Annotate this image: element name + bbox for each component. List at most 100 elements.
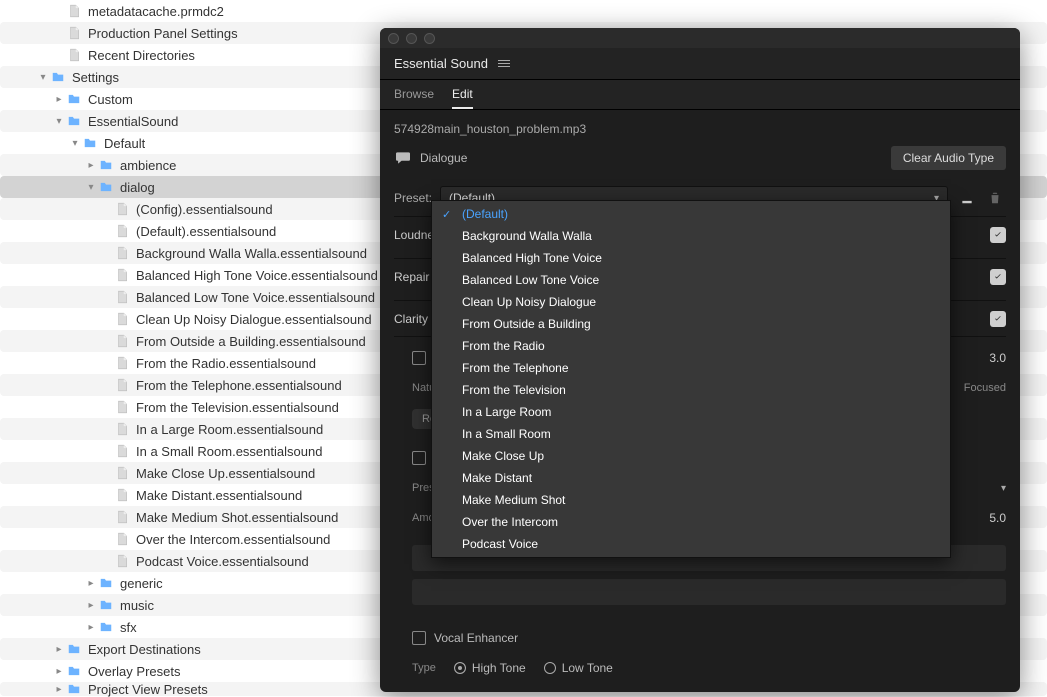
- panel-header: Essential Sound: [380, 48, 1020, 80]
- preset-option[interactable]: Balanced Low Tone Voice: [432, 269, 950, 291]
- preset-option-label: From Outside a Building: [462, 317, 591, 331]
- repair-checkbox[interactable]: [990, 269, 1006, 285]
- preset-option[interactable]: Make Close Up: [432, 445, 950, 467]
- preset-option[interactable]: Podcast Voice: [432, 533, 950, 555]
- preset-option[interactable]: In a Large Room: [432, 401, 950, 423]
- folder-icon: [66, 113, 82, 129]
- tree-item-label: Clean Up Noisy Dialogue.essentialsound: [136, 312, 372, 327]
- file-icon: [114, 465, 130, 481]
- folder-icon: [98, 157, 114, 173]
- tree-file[interactable]: metadatacache.prmdc2: [0, 0, 1047, 22]
- loudness-checkbox[interactable]: [990, 227, 1006, 243]
- tree-item-label: (Default).essentialsound: [136, 224, 276, 239]
- preset-option[interactable]: From the Telephone: [432, 357, 950, 379]
- clear-audio-type-button[interactable]: Clear Audio Type: [891, 146, 1006, 170]
- preset-option[interactable]: In a Small Room: [432, 423, 950, 445]
- eq-amount-value[interactable]: 5.0: [989, 511, 1006, 525]
- tab-browse[interactable]: Browse: [394, 87, 434, 109]
- disclosure-arrow-icon[interactable]: ▸: [52, 684, 66, 695]
- disclosure-arrow-icon[interactable]: ▾: [52, 116, 66, 127]
- preset-option-label: Podcast Voice: [462, 537, 538, 551]
- clarity-checkbox[interactable]: [990, 311, 1006, 327]
- chevron-down-icon[interactable]: ▾: [1001, 483, 1006, 494]
- preset-option[interactable]: From the Television: [432, 379, 950, 401]
- file-icon: [114, 355, 130, 371]
- window-min-dot[interactable]: [406, 33, 417, 44]
- preset-option[interactable]: Over the Intercom: [432, 511, 950, 533]
- vocal-type-label: Type: [412, 662, 436, 674]
- disclosure-arrow-icon[interactable]: ▸: [84, 160, 98, 171]
- preset-option[interactable]: From the Radio: [432, 335, 950, 357]
- disclosure-arrow-icon[interactable]: ▾: [84, 182, 98, 193]
- file-icon: [114, 509, 130, 525]
- preset-option[interactable]: Clean Up Noisy Dialogue: [432, 291, 950, 313]
- file-icon: [114, 487, 130, 503]
- preset-option-label: Balanced Low Tone Voice: [462, 273, 599, 287]
- dynamics-checkbox[interactable]: [412, 351, 426, 365]
- preset-option-label: Make Close Up: [462, 449, 544, 463]
- dynamics-value[interactable]: 3.0: [989, 351, 1006, 365]
- tree-item-label: From Outside a Building.essentialsound: [136, 334, 366, 349]
- tree-item-label: Recent Directories: [88, 48, 195, 63]
- panel-menu-icon[interactable]: [498, 60, 510, 67]
- disclosure-arrow-icon[interactable]: ▸: [84, 600, 98, 611]
- tree-item-label: dialog: [120, 180, 155, 195]
- panel-title: Essential Sound: [394, 56, 488, 71]
- tree-item-label: music: [120, 598, 154, 613]
- delete-preset-icon: [984, 187, 1006, 209]
- window-close-dot[interactable]: [388, 33, 399, 44]
- preset-option[interactable]: From Outside a Building: [432, 313, 950, 335]
- preset-option-label: Background Walla Walla: [462, 229, 592, 243]
- disclosure-arrow-icon[interactable]: ▾: [36, 72, 50, 83]
- file-icon: [114, 289, 130, 305]
- file-icon: [66, 25, 82, 41]
- tree-item-label: Background Walla Walla.essentialsound: [136, 246, 367, 261]
- tree-item-label: From the Television.essentialsound: [136, 400, 339, 415]
- preset-option-label: In a Large Room: [462, 405, 551, 419]
- save-preset-icon[interactable]: [956, 187, 978, 209]
- tree-item-label: Export Destinations: [88, 642, 201, 657]
- file-icon: [114, 531, 130, 547]
- preset-option-label: Make Medium Shot: [462, 493, 565, 507]
- disclosure-arrow-icon[interactable]: ▸: [84, 578, 98, 589]
- preset-option[interactable]: Make Distant: [432, 467, 950, 489]
- tree-item-label: Over the Intercom.essentialsound: [136, 532, 330, 547]
- tree-item-label: Balanced Low Tone Voice.essentialsound: [136, 290, 375, 305]
- disclosure-arrow-icon[interactable]: ▸: [84, 622, 98, 633]
- tree-item-label: From the Radio.essentialsound: [136, 356, 316, 371]
- window-max-dot[interactable]: [424, 33, 435, 44]
- disclosure-arrow-icon[interactable]: ▸: [52, 666, 66, 677]
- file-icon: [114, 267, 130, 283]
- preset-option[interactable]: Make Medium Shot: [432, 489, 950, 511]
- folder-icon: [66, 663, 82, 679]
- preset-option-label: From the Television: [462, 383, 566, 397]
- tree-item-label: Make Medium Shot.essentialsound: [136, 510, 338, 525]
- preset-label: Preset:: [394, 191, 432, 205]
- radio-high-tone[interactable]: High Tone: [454, 661, 526, 675]
- dialogue-icon: [394, 151, 412, 165]
- tree-item-label: EssentialSound: [88, 114, 178, 129]
- file-icon: [114, 333, 130, 349]
- disclosure-arrow-icon[interactable]: ▾: [68, 138, 82, 149]
- file-icon: [66, 47, 82, 63]
- preset-option[interactable]: Background Walla Walla: [432, 225, 950, 247]
- slider-track[interactable]: [412, 579, 1006, 605]
- preset-option-label: From the Telephone: [462, 361, 569, 375]
- file-icon: [114, 223, 130, 239]
- radio-low-tone[interactable]: Low Tone: [544, 661, 613, 675]
- tree-item-label: generic: [120, 576, 163, 591]
- preset-option[interactable]: Balanced High Tone Voice: [432, 247, 950, 269]
- tab-edit[interactable]: Edit: [452, 87, 473, 109]
- preset-option-label: From the Radio: [462, 339, 545, 353]
- eq-checkbox[interactable]: [412, 451, 426, 465]
- window-titlebar: [380, 28, 1020, 48]
- preset-option[interactable]: ✓(Default): [432, 203, 950, 225]
- essential-sound-panel: Essential Sound Browse Edit 574928main_h…: [380, 28, 1020, 692]
- file-icon: [114, 201, 130, 217]
- disclosure-arrow-icon[interactable]: ▸: [52, 644, 66, 655]
- folder-icon: [98, 179, 114, 195]
- dynamics-scale-right: Focused: [964, 382, 1006, 394]
- vocal-enhancer-checkbox[interactable]: [412, 631, 426, 645]
- disclosure-arrow-icon[interactable]: ▸: [52, 94, 66, 105]
- file-icon: [114, 421, 130, 437]
